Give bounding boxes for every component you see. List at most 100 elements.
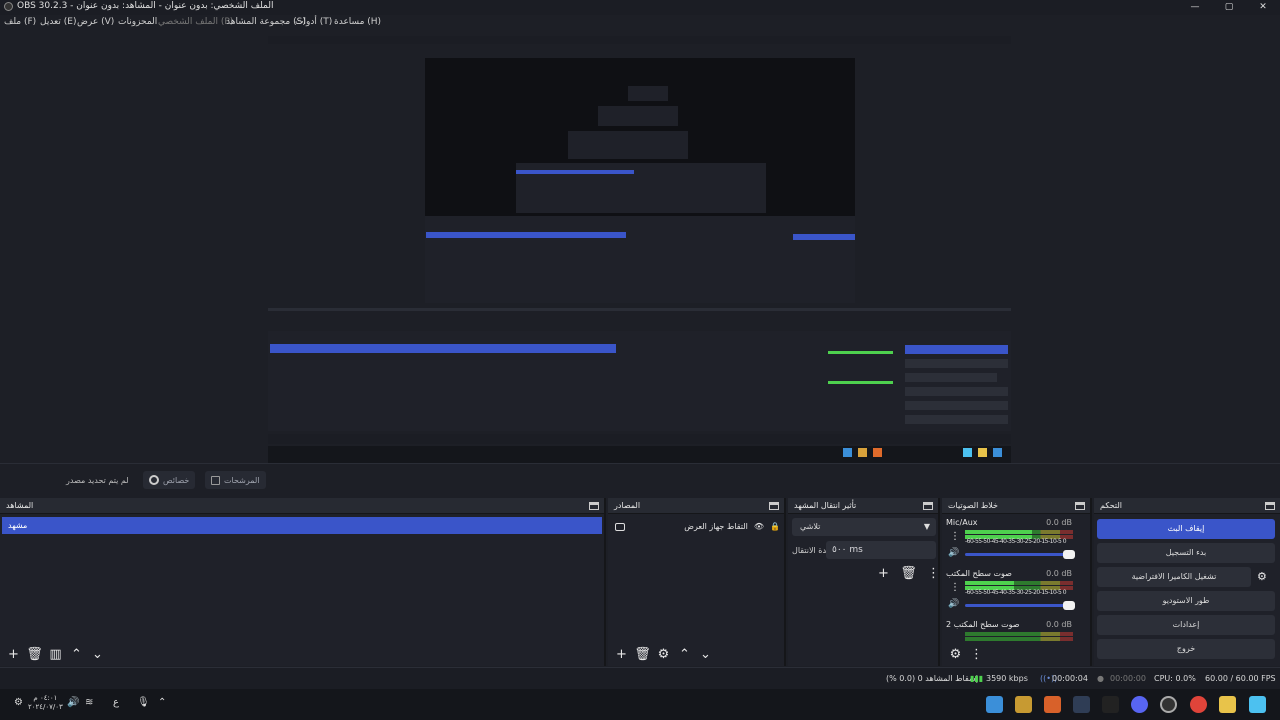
no-source-label: لم يتم تحديد مصدر — [66, 475, 129, 485]
filters-button[interactable]: المرشحات — [205, 471, 266, 489]
transitions-dock: تأثير انتقال المشهد تلاشي ▼ مدة الانتقال… — [788, 498, 940, 666]
undock-icon[interactable] — [769, 502, 779, 510]
obs-logo-icon — [4, 1, 13, 11]
move-up-button[interactable]: ⌃ — [675, 645, 694, 664]
scenes-dock-header: المشاهد — [0, 498, 604, 514]
menu-profile[interactable]: الملف الشخصي (P) — [158, 17, 233, 27]
volume-meter — [965, 581, 1073, 585]
channel-menu-icon[interactable]: ⋮ — [950, 532, 960, 542]
source-item[interactable]: التقاط جهاز العرض 👁 🔒 — [612, 518, 780, 535]
record-icon: ● — [1097, 674, 1104, 683]
discord-app-icon[interactable] — [1131, 696, 1148, 713]
cpu-usage: CPU: 0.0% — [1154, 674, 1196, 683]
file-app-icon[interactable] — [986, 696, 1003, 713]
microphone-icon[interactable]: 🎙 — [137, 697, 150, 708]
bitrate: 3590 kbps — [986, 674, 1028, 683]
window-title: OBS 30.2.3 - الملف الشخصي: بدون عنوان - … — [4, 1, 274, 11]
channel-db: 0.0 dB — [1046, 620, 1072, 629]
recursive-capture-image — [268, 36, 1011, 487]
sources-dock: المصادر التقاط جهاز العرض 👁 🔒 + 🗑 ⚙ ⌃ ⌄ — [608, 498, 786, 666]
mixer-channel: Mic/Aux 0.0 dB -60-55-50-45-40-35-30-25-… — [946, 518, 1075, 568]
source-toolbar: لم يتم تحديد مصدر خصائص المرشحات — [0, 463, 1280, 496]
properties-button[interactable]: خصائص — [143, 471, 196, 489]
settings-button[interactable]: إعدادات — [1097, 615, 1275, 635]
menu-help[interactable]: مساعدة (H) — [334, 17, 381, 27]
remove-source-button[interactable]: 🗑 — [633, 645, 652, 664]
volume-meter — [965, 637, 1073, 641]
close-button[interactable]: ✕ — [1246, 0, 1280, 15]
mixer-menu-button[interactable]: ⋮ — [967, 645, 986, 664]
volume-icon[interactable]: 🔊 — [67, 697, 79, 708]
remove-scene-button[interactable]: 🗑 — [25, 645, 44, 664]
add-transition-button[interactable]: + — [874, 564, 893, 583]
chrome-app-icon[interactable] — [1190, 696, 1207, 713]
controls-dock: التحكم إيقاف البث بدء التسجيل تشغيل الكا… — [1094, 498, 1280, 666]
start-menu-icon[interactable] — [1249, 696, 1266, 713]
brave-app-icon[interactable] — [1044, 696, 1061, 713]
speaker-icon[interactable]: 🔊 — [948, 548, 959, 558]
scenes-dock: المشاهد مشهد + 🗑 ▥ ⌃ ⌄ — [0, 498, 606, 666]
menu-docks[interactable]: المحزونات — [118, 17, 157, 27]
start-virtual-camera-button[interactable]: تشغيل الكاميرا الافتراضية — [1097, 567, 1251, 587]
obs-app-icon[interactable] — [1160, 696, 1177, 713]
remove-transition-button[interactable]: 🗑 — [899, 564, 918, 583]
transition-menu-button[interactable]: ⋮ — [924, 564, 943, 583]
mixer-settings-button[interactable]: ⚙ — [946, 645, 965, 664]
minimize-button[interactable]: — — [1178, 0, 1212, 15]
dropped-frames: إسقاط المشاهد 0 (0.0 %) — [886, 674, 978, 683]
clock[interactable]: ٠٤:٠١ م ٢٠٢٤/٠٧/٠٣ — [28, 694, 63, 712]
explorer-app-icon[interactable] — [1219, 696, 1236, 713]
add-scene-button[interactable]: + — [4, 645, 23, 664]
signal-icon: ▮▮▮ — [970, 674, 984, 683]
vlc-app-icon[interactable] — [1015, 696, 1032, 713]
windows-settings-icon[interactable]: ⚙ — [14, 697, 23, 708]
channel-name: صوت سطح المكتب 2 — [946, 620, 1020, 629]
undock-icon[interactable] — [1265, 502, 1275, 510]
status-bar: إسقاط المشاهد 0 (0.0 %) ▮▮▮ 3590 kbps ((… — [0, 667, 1280, 689]
sources-dock-header: المصادر — [608, 498, 784, 514]
audio-mixer-dock: خلاط الصوتيات Mic/Aux 0.0 dB -60-55-50-4… — [942, 498, 1092, 666]
menu-edit[interactable]: تعديل (E) — [40, 17, 76, 27]
chevron-up-icon[interactable]: ⌃ — [158, 697, 166, 708]
start-recording-button[interactable]: بدء التسجيل — [1097, 543, 1275, 563]
undock-icon[interactable] — [1075, 502, 1085, 510]
menu-scene-collection[interactable]: مجموعة المشاهد (S) — [226, 17, 306, 27]
channel-menu-icon[interactable]: ⋮ — [950, 583, 960, 593]
scene-item[interactable]: مشهد — [2, 517, 602, 534]
stop-streaming-button[interactable]: إيقاف البث — [1097, 519, 1275, 539]
transitions-dock-header: تأثير انتقال المشهد — [788, 498, 938, 514]
scene-filters-button[interactable]: ▥ — [46, 645, 65, 664]
studio-mode-button[interactable]: طور الاستوديو — [1097, 591, 1275, 611]
lock-icon[interactable]: 🔒 — [770, 522, 780, 531]
move-down-button[interactable]: ⌄ — [696, 645, 715, 664]
volume-slider[interactable] — [965, 601, 1075, 610]
transition-select[interactable]: تلاشي ▼ — [792, 518, 936, 536]
monitor-icon — [615, 522, 625, 531]
source-properties-button[interactable]: ⚙ — [654, 645, 673, 664]
move-down-button[interactable]: ⌄ — [88, 645, 107, 664]
maximize-button[interactable]: ▢ — [1212, 0, 1246, 15]
add-source-button[interactable]: + — [612, 645, 631, 664]
volume-slider[interactable] — [965, 550, 1075, 559]
move-up-button[interactable]: ⌃ — [67, 645, 86, 664]
preview-canvas[interactable] — [268, 36, 1011, 487]
menu-file[interactable]: ملف (F) — [4, 17, 36, 27]
channel-name: Mic/Aux — [946, 518, 978, 527]
menu-tools[interactable]: أدوات (T) — [295, 17, 332, 27]
exit-button[interactable]: خروج — [1097, 639, 1275, 659]
duration-input[interactable]: ٥٠٠ ms — [826, 541, 936, 559]
wifi-icon[interactable]: ≋ — [85, 697, 93, 708]
epic-app-icon[interactable] — [1102, 696, 1119, 713]
visibility-eye-icon[interactable]: 👁 — [754, 522, 764, 531]
menu-view[interactable]: عرض (V) — [77, 17, 114, 27]
mixer-dock-header: خلاط الصوتيات — [942, 498, 1090, 514]
undock-icon[interactable] — [923, 502, 933, 510]
virtual-camera-settings-icon[interactable]: ⚙ — [1257, 570, 1267, 583]
channel-db: 0.0 dB — [1046, 518, 1072, 527]
fps: 60.00 / 60.00 FPS — [1205, 674, 1276, 683]
language-indicator[interactable]: ع — [113, 697, 119, 708]
undock-icon[interactable] — [589, 502, 599, 510]
speaker-icon[interactable]: 🔊 — [948, 599, 959, 609]
preview-area[interactable] — [0, 31, 1280, 487]
steam-app-icon[interactable] — [1073, 696, 1090, 713]
